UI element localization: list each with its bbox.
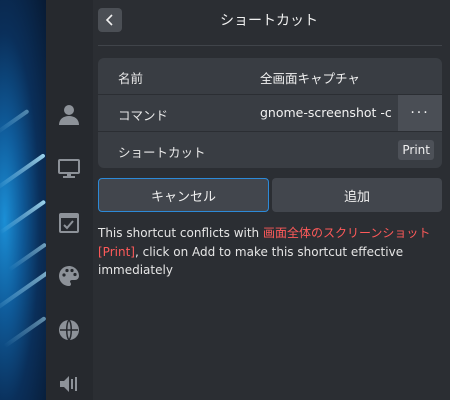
sound-icon[interactable] (56, 371, 82, 397)
message-text: , click on Add to make this shortcut eff… (98, 244, 404, 278)
command-value: gnome-screenshot -c (260, 105, 392, 120)
command-row: コマンド gnome-screenshot -c ··· (98, 95, 442, 131)
shortcut-row[interactable]: ショートカット Print (98, 132, 442, 168)
shortcut-label: ショートカット (118, 145, 206, 160)
conflict-shortcut-name: 画面全体のスクリーンショット (262, 226, 431, 240)
network-icon[interactable] (56, 317, 82, 343)
shortcut-key-badge[interactable]: Print (398, 140, 434, 160)
browse-command-button[interactable]: ··· (398, 95, 442, 131)
page-title: ショートカット (220, 13, 318, 29)
add-button[interactable]: 追加 (272, 178, 442, 212)
shortcut-form: 名前 全画面キャプチャ コマンド gnome-screenshot -c ···… (98, 58, 442, 168)
desktop-wallpaper (0, 0, 46, 400)
message-text: This shortcut conflicts with (98, 226, 263, 240)
name-label: 名前 (118, 71, 144, 86)
command-field[interactable]: gnome-screenshot -c (246, 95, 397, 131)
display-icon[interactable] (56, 156, 82, 182)
personalization-icon[interactable] (56, 263, 82, 289)
shortcut-editor-panel: ショートカット 名前 全画面キャプチャ コマンド gnome-screensho… (93, 0, 450, 400)
conflict-message: This shortcut conflicts with 画面全体のスクリーンシ… (98, 224, 434, 280)
command-label: コマンド (118, 108, 169, 123)
more-icon: ··· (410, 105, 430, 121)
cancel-button[interactable]: キャンセル (98, 178, 269, 212)
name-field[interactable]: 全画面キャプチャ (260, 68, 360, 87)
settings-sidebar (46, 0, 93, 400)
conflict-shortcut-key: [Print] (98, 244, 135, 259)
account-icon[interactable] (56, 101, 82, 127)
name-row: 名前 全画面キャプチャ (98, 58, 442, 94)
datetime-icon[interactable] (56, 210, 82, 236)
divider (98, 45, 442, 46)
